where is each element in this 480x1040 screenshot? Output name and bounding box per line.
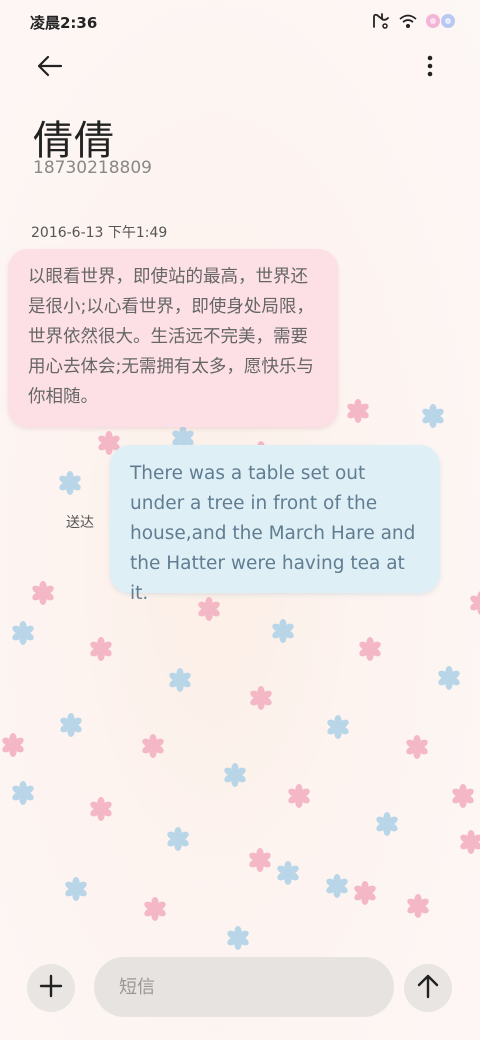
plus-icon <box>39 974 63 1002</box>
incoming-message-bubble[interactable]: 以眼看世界，即使站的最高，世界还是很小;以心看世界，即使身处局限，世界依然很大。… <box>8 249 338 427</box>
message-input-container[interactable] <box>94 957 394 1017</box>
message-input[interactable] <box>119 976 379 998</box>
nfc-icon <box>370 11 392 35</box>
send-button[interactable] <box>404 964 452 1012</box>
snowflake-decoration <box>12 781 34 805</box>
snowflake-decoration <box>347 399 369 423</box>
snowflake-decoration <box>272 619 294 643</box>
snowflake-decoration <box>422 404 444 428</box>
snowflake-decoration <box>32 581 54 605</box>
snowflake-decoration <box>452 784 474 808</box>
battery-flower-icon <box>424 11 458 35</box>
snowflake-decoration <box>470 591 480 615</box>
snowflake-decoration <box>288 784 310 808</box>
snowflake-decoration <box>224 763 246 787</box>
snowflake-decoration <box>90 637 112 661</box>
snowflake-decoration <box>327 715 349 739</box>
snowflake-decoration <box>406 735 428 759</box>
snowflake-decoration <box>90 797 112 821</box>
snowflake-decoration <box>65 877 87 901</box>
back-button[interactable] <box>28 50 72 86</box>
snowflake-decoration <box>60 713 82 737</box>
wifi-icon <box>398 12 418 34</box>
outgoing-message-text: There was a table set out under a tree i… <box>130 463 416 604</box>
incoming-message-text: 以眼看世界，即使站的最高，世界还是很小;以心看世界，即使身处局限，世界依然很大。… <box>28 267 314 407</box>
snowflake-decoration <box>59 471 81 495</box>
snowflake-decoration <box>407 894 429 918</box>
outgoing-message-bubble[interactable]: There was a table set out under a tree i… <box>110 445 440 604</box>
snowflake-decoration <box>326 874 348 898</box>
more-vertical-icon <box>427 55 433 81</box>
snowflake-decoration <box>167 827 189 851</box>
arrow-left-icon <box>36 54 64 82</box>
snowflake-decoration <box>249 848 271 872</box>
snowflake-decoration <box>359 637 381 661</box>
snowflake-decoration <box>2 733 24 757</box>
snowflake-decoration <box>376 812 398 836</box>
snowflake-decoration <box>142 734 164 758</box>
arrow-up-icon <box>416 973 440 1003</box>
snowflake-decoration <box>227 926 249 950</box>
snowflake-decoration <box>144 897 166 921</box>
message-timestamp: 2016-6-13 下午1:49 <box>31 225 168 241</box>
snowflake-decoration <box>438 666 460 690</box>
snowflake-decoration <box>169 668 191 692</box>
delivery-status: 送达 <box>66 515 94 531</box>
status-bar: 凌晨2:36 <box>0 0 480 44</box>
more-options-button[interactable] <box>410 50 450 86</box>
snowflake-decoration <box>460 830 480 854</box>
contact-number: 18730218809 <box>33 158 152 178</box>
snowflake-decoration <box>277 861 299 885</box>
add-attachment-button[interactable] <box>27 964 75 1012</box>
status-time: 凌晨2:36 <box>30 14 98 32</box>
snowflake-decoration <box>250 686 272 710</box>
snowflake-decoration <box>354 881 376 905</box>
snowflake-decoration <box>12 621 34 645</box>
